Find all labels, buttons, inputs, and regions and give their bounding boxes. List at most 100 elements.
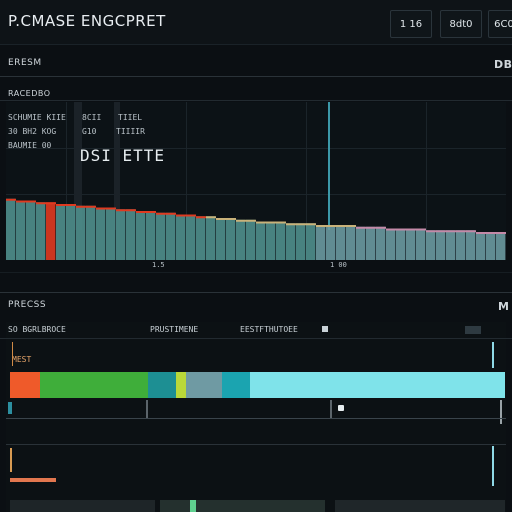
bar	[166, 212, 176, 260]
bar	[26, 200, 36, 260]
track-clip[interactable]	[10, 478, 56, 482]
bar	[316, 225, 326, 260]
bar-cap	[406, 228, 416, 231]
bar-cap	[56, 204, 66, 206]
bar-cap	[466, 230, 476, 233]
bar-cap	[6, 198, 16, 201]
track-header-1: SO BGRLBROCE	[8, 325, 66, 334]
timeline-segment[interactable]	[40, 372, 148, 398]
bar-cap	[246, 219, 256, 222]
bar	[476, 232, 486, 260]
bar	[386, 228, 396, 260]
bar-cap	[156, 212, 166, 215]
timeline-segment[interactable]	[186, 372, 222, 398]
track-header-marker	[465, 326, 481, 334]
toolbar-button-1[interactable]: 1 16	[390, 10, 432, 38]
bar	[396, 228, 406, 260]
bar	[86, 205, 96, 260]
bar	[256, 221, 266, 260]
bar-cap	[416, 228, 426, 231]
bar	[226, 218, 236, 260]
chart-panel-label: RACEDBO	[8, 89, 51, 98]
track-panel	[6, 322, 506, 512]
legend-item-2: 30 BH2 KOG	[8, 127, 57, 136]
toolbar-button-2[interactable]: 8dt0	[440, 10, 482, 38]
legend-item-3: BAUMIE 00	[8, 141, 52, 150]
bar	[466, 230, 476, 260]
bar-cap	[456, 230, 466, 233]
track-playhead[interactable]	[492, 342, 494, 368]
bar-cap	[166, 212, 176, 215]
bar-cap	[126, 209, 136, 212]
bar	[6, 198, 16, 260]
timeline-segment[interactable]	[148, 372, 176, 398]
toolbar-button-3[interactable]: 6C0	[488, 10, 512, 38]
bar-cap	[176, 214, 186, 217]
track-tick	[8, 402, 12, 414]
bar	[66, 204, 76, 260]
bar	[446, 230, 456, 260]
track-clip[interactable]	[160, 500, 325, 512]
bar	[366, 226, 376, 260]
legend-item-1: SCHUMIE KIIE	[8, 113, 66, 122]
track-clip[interactable]	[10, 500, 155, 512]
bar	[116, 209, 126, 260]
bar-cap	[86, 205, 96, 208]
bar	[216, 218, 226, 260]
track-clip-marker	[190, 500, 196, 512]
bar	[416, 228, 426, 260]
bar	[376, 226, 386, 260]
divider-top	[0, 76, 512, 77]
bar-cap	[66, 204, 76, 206]
bar-cap	[46, 202, 56, 205]
bar	[306, 223, 316, 260]
app-title: P.CMASE ENGCPRET	[8, 12, 166, 30]
bar-cap	[96, 207, 106, 210]
bar	[146, 211, 156, 260]
track-tick	[10, 448, 12, 472]
bar	[426, 230, 436, 260]
bar-cap	[16, 200, 26, 203]
column-label-bottom: G10	[82, 127, 97, 136]
bar-cap	[396, 228, 406, 231]
x-tick-label: 1 00	[330, 261, 347, 269]
bar	[406, 228, 416, 260]
bar	[16, 200, 26, 260]
bar	[346, 225, 356, 260]
bar	[106, 207, 116, 260]
bar	[186, 214, 196, 260]
bar-cap	[36, 202, 46, 205]
timeline-segment[interactable]	[176, 372, 186, 398]
track-tick	[12, 342, 13, 366]
bar	[246, 219, 256, 260]
section-right-label-top: DB	[494, 58, 512, 71]
bar-cap	[256, 221, 266, 224]
divider-section2	[0, 292, 512, 293]
timeline-segment[interactable]	[10, 372, 40, 398]
keyframe-marker[interactable]	[338, 405, 344, 411]
bar-cap	[236, 219, 246, 222]
bar	[326, 225, 336, 260]
track-header-3: EESTFTHUTOEE	[240, 325, 298, 334]
divider-track-header	[0, 338, 512, 339]
bar-cap	[136, 211, 146, 213]
bar	[176, 214, 186, 260]
timeline-segment[interactable]	[222, 372, 250, 398]
track-clip[interactable]	[335, 500, 505, 512]
bar-cap	[486, 232, 496, 234]
section-label-bottom: PRECSS	[8, 300, 47, 310]
divider-chart-top	[0, 100, 512, 101]
bar-cap	[206, 216, 216, 219]
section-right-label-bottom: M	[498, 300, 510, 313]
divider-track	[6, 444, 506, 445]
bar	[56, 204, 66, 260]
bar	[286, 223, 296, 260]
track-playhead[interactable]	[492, 446, 494, 486]
timeline-segment[interactable]	[250, 372, 505, 398]
bar-cap	[186, 214, 196, 217]
column-label-top: 8CII	[82, 113, 102, 122]
track-header-2: PRUSTIMENE	[150, 325, 199, 334]
bar-cap	[286, 223, 296, 226]
bar-cap	[296, 223, 306, 226]
bar	[266, 221, 276, 260]
